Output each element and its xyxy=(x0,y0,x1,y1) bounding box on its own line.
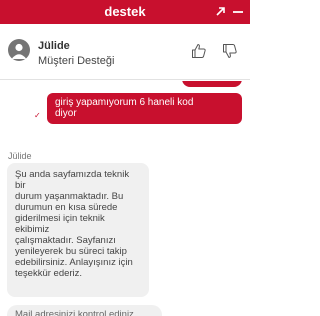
agent-message-line: Şu anda sayfamızda teknik bir xyxy=(15,169,130,191)
thumbs-down-icon[interactable] xyxy=(222,43,238,59)
user-message-line: diyor xyxy=(55,108,77,119)
minimize-icon[interactable] xyxy=(231,3,245,19)
chat-titlebar: destek xyxy=(0,0,250,24)
user-avatar-icon xyxy=(8,39,30,61)
agent-name: Jülide xyxy=(38,40,70,52)
previous-message-bubble xyxy=(182,81,242,87)
agent-message-line: teşekkür ederiz. xyxy=(15,268,83,279)
agent-message-bubble: Şu anda sayfamızda teknik bir durum yaşa… xyxy=(7,163,149,297)
agent-message-line: durum yaşanmaktadır. Bu xyxy=(15,191,124,202)
chat-title: destek xyxy=(104,4,146,19)
expand-arrow-icon[interactable] xyxy=(214,3,228,19)
agent-message-line: yenileyerek bu süreci takip xyxy=(15,246,127,257)
user-message-bubble: giriş yapamıyorum 6 haneli kod diyor xyxy=(47,93,242,124)
agent-message-line: edebilirsiniz. Anlayışınız için xyxy=(15,257,133,268)
thumbs-up-icon[interactable] xyxy=(191,43,207,59)
agent-message-line: çalışmaktadır. Sayfanızı xyxy=(15,235,116,246)
agent-message-line: durumun en kısa sürede xyxy=(15,202,118,213)
suggestion-chip[interactable]: Mail adresinizi kontrol ediniz xyxy=(7,305,162,316)
chat-messages[interactable]: ✓ giriş yapamıyorum 6 haneli kod diyor J… xyxy=(0,81,250,316)
user-message-line: giriş yapamıyorum 6 haneli kod xyxy=(55,97,194,108)
agent-header: Jülide Müşteri Desteği xyxy=(0,24,250,80)
agent-message-line: giderilmesi için teknik ekibimiz xyxy=(15,213,105,235)
check-icon: ✓ xyxy=(34,111,41,120)
agent-sender-name: Jülide xyxy=(8,151,32,161)
agent-role: Müşteri Desteği xyxy=(38,55,115,67)
